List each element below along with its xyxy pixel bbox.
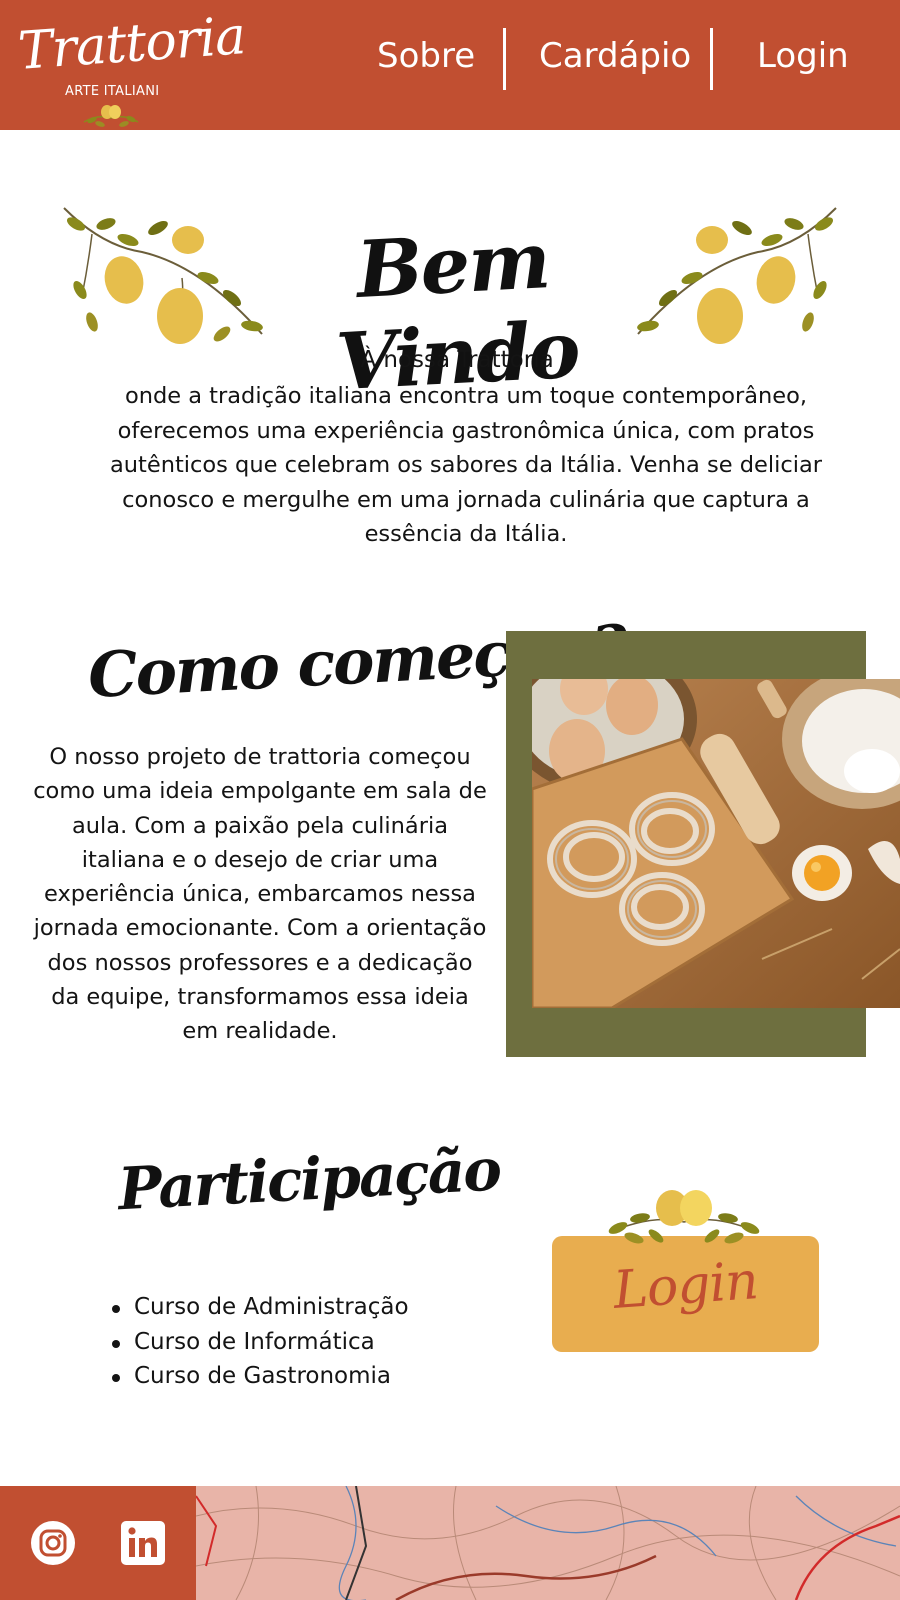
list-item: Curso de Administração — [110, 1290, 409, 1325]
logo-tagline: ARTE ITALIANI — [65, 84, 160, 99]
site-footer — [0, 1486, 900, 1600]
participation-title: Participação — [116, 1135, 502, 1224]
login-button-label: Login — [611, 1251, 760, 1321]
welcome-text: onde a tradição italiana encontra um toq… — [110, 383, 822, 547]
social-links — [0, 1486, 196, 1600]
lemon-branch-right-icon — [637, 207, 837, 344]
nav-login[interactable]: Login — [757, 36, 849, 76]
instagram-icon[interactable] — [30, 1520, 76, 1566]
nav-divider — [503, 28, 506, 90]
lemon-branch-left-icon — [63, 207, 263, 344]
trattoria-logo[interactable]: Trattoria ARTE ITALIANI — [16, 6, 247, 130]
history-title: Como começou? — [86, 611, 628, 713]
pasta-eggs-flour-photo — [532, 679, 900, 1008]
site-header: Trattoria ARTE ITALIANI Sobre Cardápio L… — [0, 0, 900, 130]
lemon-icon — [83, 105, 139, 127]
lemon-icon — [608, 1190, 760, 1244]
linkedin-icon[interactable] — [120, 1520, 166, 1566]
history-text: O nosso projeto de trattoria começou com… — [33, 744, 487, 1045]
map-background — [196, 1486, 900, 1600]
nav-sobre[interactable]: Sobre — [377, 36, 475, 76]
nav-divider — [710, 28, 713, 90]
welcome-subtitle: À nossa Trattoria — [360, 347, 554, 373]
list-item: Curso de Gastronomia — [110, 1359, 409, 1394]
list-item: Curso de Informática — [110, 1325, 409, 1360]
nav-cardapio[interactable]: Cardápio — [539, 36, 691, 76]
logo-wordmark: Trattoria — [16, 6, 247, 82]
participation-list: Curso de Administração Curso de Informát… — [110, 1290, 409, 1394]
